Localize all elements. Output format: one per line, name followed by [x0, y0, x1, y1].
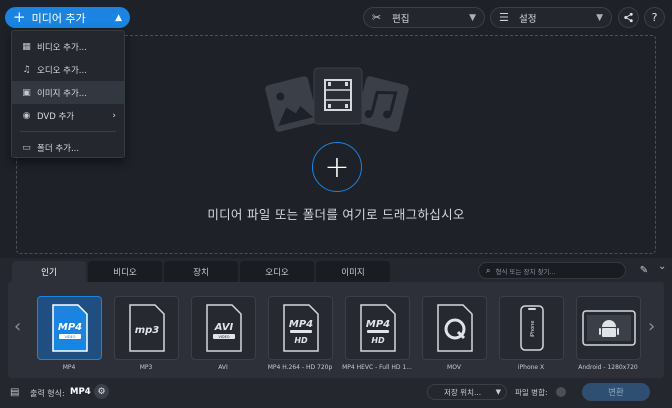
avi-file-icon: AVI VIDEO	[205, 304, 242, 352]
chevron-up-icon: ▲	[115, 12, 122, 23]
merge-files-label: 파일 병합:	[515, 388, 548, 397]
tab-images[interactable]: 이미지	[316, 261, 390, 282]
format-card-mp4-hevc[interactable]: MP4 HD	[345, 296, 410, 360]
help-button[interactable]: ?	[644, 7, 665, 28]
mp4-hevc-file-icon: MP4 HD	[359, 304, 396, 352]
menu-item-label: DVD 추가	[37, 111, 75, 122]
tab-popular[interactable]: 인기	[12, 261, 86, 282]
menu-item-label: 이미지 추가...	[37, 88, 87, 99]
format-card-title: iPhone	[530, 321, 536, 338]
format-card-sub: VIDEO	[64, 335, 75, 339]
menu-item-add-dvd[interactable]: ◉ DVD 추가 ›	[12, 104, 124, 127]
format-card-title: MP4	[57, 322, 81, 333]
output-format-value[interactable]: MP4	[70, 387, 91, 397]
tab-audio[interactable]: 오디오	[240, 261, 314, 282]
mp4-file-icon: MP4 VIDEO	[51, 304, 88, 352]
custom-format-button[interactable]: ✎	[637, 263, 651, 278]
menu-item-label: 비디오 추가...	[37, 42, 87, 53]
chevron-down-icon: ▼	[495, 388, 501, 396]
menu-divider	[20, 131, 116, 132]
output-format-label: 출력 형식:	[30, 389, 65, 398]
menu-item-add-audio[interactable]: ♫ 오디오 추가...	[12, 58, 124, 81]
merge-files-toggle[interactable]	[556, 387, 566, 397]
mp3-file-icon: mp3	[128, 304, 165, 352]
media-files-illustration	[265, 67, 409, 132]
output-format-icon: ▤	[10, 387, 20, 398]
chevron-down-icon: ▼	[596, 12, 603, 23]
scroll-left-button[interactable]: ‹	[14, 316, 21, 337]
mp4-hd-file-icon: MP4 HD	[282, 304, 319, 352]
disc-icon: ◉	[22, 110, 31, 121]
gear-icon: ⚙	[97, 386, 106, 397]
edit-button[interactable]: ✂ 편집 ▼	[363, 7, 485, 28]
menu-item-label: 오디오 추가...	[37, 65, 87, 76]
menu-item-add-folder[interactable]: ▭ 폴더 추가...	[12, 136, 124, 159]
format-card-mp3[interactable]: mp3	[114, 296, 179, 360]
menu-item-label: 폴더 추가...	[37, 143, 80, 154]
format-card-title: mp3	[134, 325, 159, 336]
menu-item-add-image[interactable]: ▣ 이미지 추가...	[12, 81, 124, 104]
settings-button[interactable]: ☰ 설정 ▼	[490, 7, 612, 28]
format-settings-button[interactable]: ⚙	[94, 384, 109, 399]
sliders-icon: ☰	[499, 11, 509, 24]
format-card-sub: VIDEO	[218, 335, 229, 339]
search-icon: ⌕	[486, 265, 491, 275]
image-icon: ▣	[22, 87, 31, 98]
format-card-title: MP4	[365, 319, 389, 330]
menu-item-add-video[interactable]: ▦ 비디오 추가...	[12, 35, 124, 58]
plus-icon: +	[13, 8, 26, 26]
collapse-panel-button[interactable]: ⌄	[658, 261, 666, 272]
format-label: Android - 1280x720	[578, 364, 638, 371]
format-label: MP4 HEVC - Full HD 1...	[342, 364, 412, 371]
search-placeholder: 형식 또는 장치 찾기...	[495, 267, 556, 276]
quicktime-icon	[436, 304, 473, 352]
format-label: AVI	[218, 364, 228, 371]
format-card-sub: HD	[371, 336, 385, 345]
format-card-mov[interactable]	[422, 296, 487, 360]
format-card-avi[interactable]: AVI VIDEO	[191, 296, 256, 360]
iphone-icon: iPhone	[519, 305, 544, 351]
format-card-sub: HD	[294, 336, 308, 345]
help-icon: ?	[651, 11, 658, 24]
format-label: MP4	[62, 364, 76, 371]
edit-format-icon: ✎	[639, 265, 649, 276]
settings-label: 설정	[519, 13, 537, 25]
convert-button[interactable]: 변환	[582, 383, 650, 401]
format-label: MP4 H.264 - HD 720p	[267, 364, 333, 371]
chevron-down-icon: ▼	[469, 12, 476, 23]
drop-zone-text: 미디어 파일 또는 폴더를 여기로 드래그하십시오	[207, 207, 465, 222]
tab-devices[interactable]: 장치	[164, 261, 238, 282]
android-tablet-icon	[581, 310, 636, 346]
format-search-input[interactable]: ⌕ 형식 또는 장치 찾기...	[478, 262, 626, 279]
format-label: MP3	[139, 364, 153, 371]
output-bar: ▤ 출력 형식: MP4 ⚙ 저장 위치... ▼ 파일 병합: 변환	[0, 378, 672, 408]
save-location-label: 저장 위치...	[444, 387, 482, 397]
format-card-android[interactable]	[576, 296, 641, 360]
tools-icon: ✂	[372, 11, 382, 24]
format-card-mp4-h264-720p[interactable]: MP4 HD	[268, 296, 333, 360]
add-media-button[interactable]: + 미디어 추가 ▲	[5, 7, 130, 28]
add-files-button[interactable]: +	[312, 142, 362, 192]
edit-label: 편집	[392, 13, 410, 25]
music-note-icon: ♫	[22, 64, 31, 75]
plus-icon: +	[324, 149, 350, 185]
format-card-mp4[interactable]: MP4 VIDEO	[37, 296, 102, 360]
add-media-menu: ▦ 비디오 추가... ♫ 오디오 추가... ▣ 이미지 추가... ◉ DV…	[11, 30, 125, 158]
tab-video[interactable]: 비디오	[88, 261, 162, 282]
format-card-title: MP4	[288, 319, 312, 330]
folder-icon: ▭	[22, 142, 31, 153]
format-label: MOV	[447, 364, 461, 371]
chevron-right-icon: ›	[112, 110, 116, 121]
format-label: iPhone X	[517, 364, 545, 371]
format-card-iphone-x[interactable]: iPhone	[499, 296, 564, 360]
film-icon: ▦	[22, 41, 31, 52]
share-icon	[624, 12, 633, 23]
format-card-title: AVI	[213, 322, 233, 333]
add-media-label: 미디어 추가	[31, 11, 86, 25]
save-location-select[interactable]: 저장 위치... ▼	[427, 384, 507, 400]
format-list: ‹ › MP4 VIDEO mp3 AVI VIDEO MP4 HD MP4 H…	[8, 282, 664, 378]
scroll-right-button[interactable]: ›	[648, 316, 655, 337]
share-button[interactable]	[618, 7, 639, 28]
